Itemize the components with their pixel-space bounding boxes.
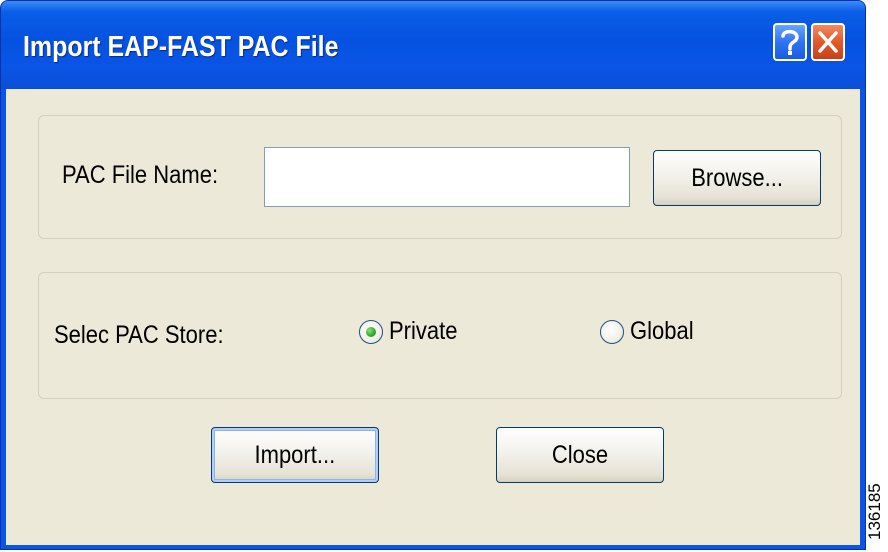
- pac-file-name-input[interactable]: [264, 147, 630, 207]
- radio-global-circle[interactable]: [600, 319, 624, 344]
- radio-global-label: Global: [630, 317, 694, 345]
- radio-private-circle[interactable]: [359, 319, 383, 344]
- title-bar[interactable]: Import EAP-FAST PAC File: [1, 1, 865, 89]
- close-button[interactable]: Close: [496, 427, 664, 483]
- close-button-label: Close: [551, 440, 609, 469]
- window-title: Import EAP-FAST PAC File: [23, 31, 339, 63]
- help-icon: [779, 27, 801, 57]
- pac-store-label: Selec PAC Store:: [54, 321, 224, 349]
- help-button[interactable]: [773, 23, 807, 61]
- close-x-icon: [817, 30, 839, 54]
- dialog-client-area: PAC File Name: Browse... Selec PAC Store…: [6, 89, 860, 545]
- radio-global[interactable]: Global: [600, 317, 702, 346]
- radio-selected-dot: [366, 326, 376, 337]
- pac-file-name-label: PAC File Name:: [62, 161, 219, 189]
- browse-button[interactable]: Browse...: [653, 150, 821, 206]
- import-button-label: Import...: [254, 440, 336, 469]
- dialog-window: Import EAP-FAST PAC File PAC File Name: …: [0, 0, 866, 550]
- browse-button-label: Browse...: [691, 163, 783, 192]
- figure-number: 136185: [865, 483, 884, 540]
- import-button[interactable]: Import...: [211, 427, 379, 483]
- radio-private-label: Private: [389, 317, 458, 345]
- window-close-button[interactable]: [811, 23, 845, 61]
- radio-private[interactable]: Private: [359, 317, 467, 346]
